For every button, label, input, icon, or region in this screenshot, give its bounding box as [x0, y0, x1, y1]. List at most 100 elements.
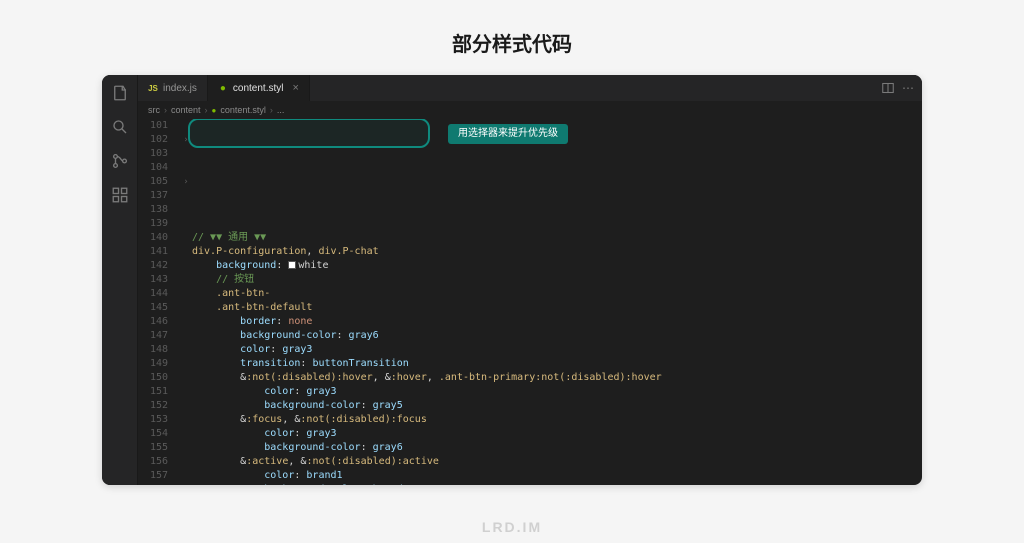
chevron-right-icon: ›	[270, 105, 273, 115]
tab-actions: ⋯	[882, 82, 922, 94]
line-number: 153	[138, 413, 168, 427]
code-line[interactable]: color: gray3	[192, 385, 922, 399]
code-line[interactable]: // 按钮	[192, 273, 922, 287]
fold-spacer	[180, 119, 192, 133]
fold-spacer	[180, 245, 192, 259]
line-number: 156	[138, 455, 168, 469]
code-line[interactable]: &:focus, &:not(:disabled):focus	[192, 413, 922, 427]
code-line[interactable]: // ▼▼ 通用 ▼▼	[192, 231, 922, 245]
breadcrumb-segment: content.styl	[220, 105, 266, 115]
line-number: 137	[138, 189, 168, 203]
chevron-right-icon: ›	[164, 105, 167, 115]
files-icon[interactable]	[110, 83, 130, 103]
line-number: 105	[138, 175, 168, 189]
line-number: 101	[138, 119, 168, 133]
more-actions-icon[interactable]: ⋯	[902, 82, 914, 94]
fold-spacer	[180, 343, 192, 357]
line-number: 103	[138, 147, 168, 161]
fold-spacer	[180, 455, 192, 469]
extensions-icon[interactable]	[110, 185, 130, 205]
selector-annotation: 用选择器来提升优先级	[448, 124, 568, 144]
fold-spacer	[180, 371, 192, 385]
tab-index-js[interactable]: JS index.js	[138, 75, 208, 101]
code-line[interactable]: &:active, &:not(:disabled):active	[192, 455, 922, 469]
styl-file-icon: ●	[212, 106, 217, 115]
fold-spacer	[180, 315, 192, 329]
line-number: 139	[138, 217, 168, 231]
breadcrumb[interactable]: src › content › ● content.styl › ...	[138, 101, 922, 119]
code-line[interactable]: div.P-configuration, div.P-chat	[192, 245, 922, 259]
fold-spacer	[180, 273, 192, 287]
line-number: 149	[138, 357, 168, 371]
code-line[interactable]: background-color: brand4	[192, 483, 922, 485]
line-number: 157	[138, 469, 168, 483]
watermark: LRD.IM	[0, 519, 1024, 535]
line-number-gutter: 1011021031041051371381391401411421431441…	[138, 119, 180, 485]
split-editor-icon[interactable]	[882, 82, 894, 94]
fold-spacer	[180, 259, 192, 273]
editor-main: JS index.js ● content.styl × ⋯ src › con…	[138, 75, 922, 485]
code-content[interactable]: 用选择器来提升优先级 用 !important 来暴力提升优先级 // ▼▼ 通…	[192, 119, 922, 485]
code-line[interactable]: color: gray3	[192, 343, 922, 357]
code-line[interactable]: .ant-btn-	[192, 287, 922, 301]
fold-spacer	[180, 399, 192, 413]
code-line[interactable]: transition: buttonTransition	[192, 357, 922, 371]
code-line[interactable]: &:not(:disabled):hover, &:hover, .ant-bt…	[192, 371, 922, 385]
fold-spacer	[180, 147, 192, 161]
fold-spacer	[180, 203, 192, 217]
line-number: 158	[138, 483, 168, 485]
fold-spacer	[180, 427, 192, 441]
close-icon[interactable]: ×	[293, 82, 299, 94]
line-number: 152	[138, 399, 168, 413]
chevron-right-icon: ›	[205, 105, 208, 115]
tab-content-styl[interactable]: ● content.styl ×	[208, 75, 310, 101]
tab-label: index.js	[163, 83, 197, 94]
fold-spacer	[180, 385, 192, 399]
activity-bar	[102, 75, 138, 485]
code-line[interactable]: background: white	[192, 259, 922, 273]
line-number: 148	[138, 343, 168, 357]
fold-spacer	[180, 287, 192, 301]
code-line[interactable]: background-color: gray6	[192, 441, 922, 455]
fold-chevron-icon[interactable]: ›	[180, 175, 192, 189]
search-icon[interactable]	[110, 117, 130, 137]
line-number: 155	[138, 441, 168, 455]
line-number: 144	[138, 287, 168, 301]
code-area[interactable]: 1011021031041051371381391401411421431441…	[138, 119, 922, 485]
fold-chevron-icon[interactable]: ›	[180, 133, 192, 147]
fold-column: ››	[180, 119, 192, 485]
fold-spacer	[180, 483, 192, 485]
breadcrumb-segment: src	[148, 105, 160, 115]
fold-spacer	[180, 231, 192, 245]
source-control-icon[interactable]	[110, 151, 130, 171]
code-line[interactable]: border: none	[192, 315, 922, 329]
fold-spacer	[180, 357, 192, 371]
breadcrumb-segment: content	[171, 105, 201, 115]
line-number: 154	[138, 427, 168, 441]
fold-spacer	[180, 161, 192, 175]
line-number: 142	[138, 259, 168, 273]
line-number: 145	[138, 301, 168, 315]
line-number: 104	[138, 161, 168, 175]
fold-spacer	[180, 469, 192, 483]
breadcrumb-segment: ...	[277, 105, 285, 115]
line-number: 102	[138, 133, 168, 147]
code-line[interactable]: background-color: gray6	[192, 329, 922, 343]
tab-label: content.styl	[233, 83, 284, 94]
fold-spacer	[180, 301, 192, 315]
tab-bar: JS index.js ● content.styl × ⋯	[138, 75, 922, 101]
line-number: 140	[138, 231, 168, 245]
code-line[interactable]: color: gray3	[192, 427, 922, 441]
selector-highlight	[188, 119, 430, 148]
fold-spacer	[180, 413, 192, 427]
code-line[interactable]: color: brand1	[192, 469, 922, 483]
js-file-icon: JS	[148, 83, 158, 93]
code-line[interactable]: background-color: gray5	[192, 399, 922, 413]
line-number: 138	[138, 203, 168, 217]
code-line[interactable]: .ant-btn-default	[192, 301, 922, 315]
line-number: 147	[138, 329, 168, 343]
line-number: 151	[138, 385, 168, 399]
editor-window: JS index.js ● content.styl × ⋯ src › con…	[102, 75, 922, 485]
line-number: 143	[138, 273, 168, 287]
fold-spacer	[180, 441, 192, 455]
